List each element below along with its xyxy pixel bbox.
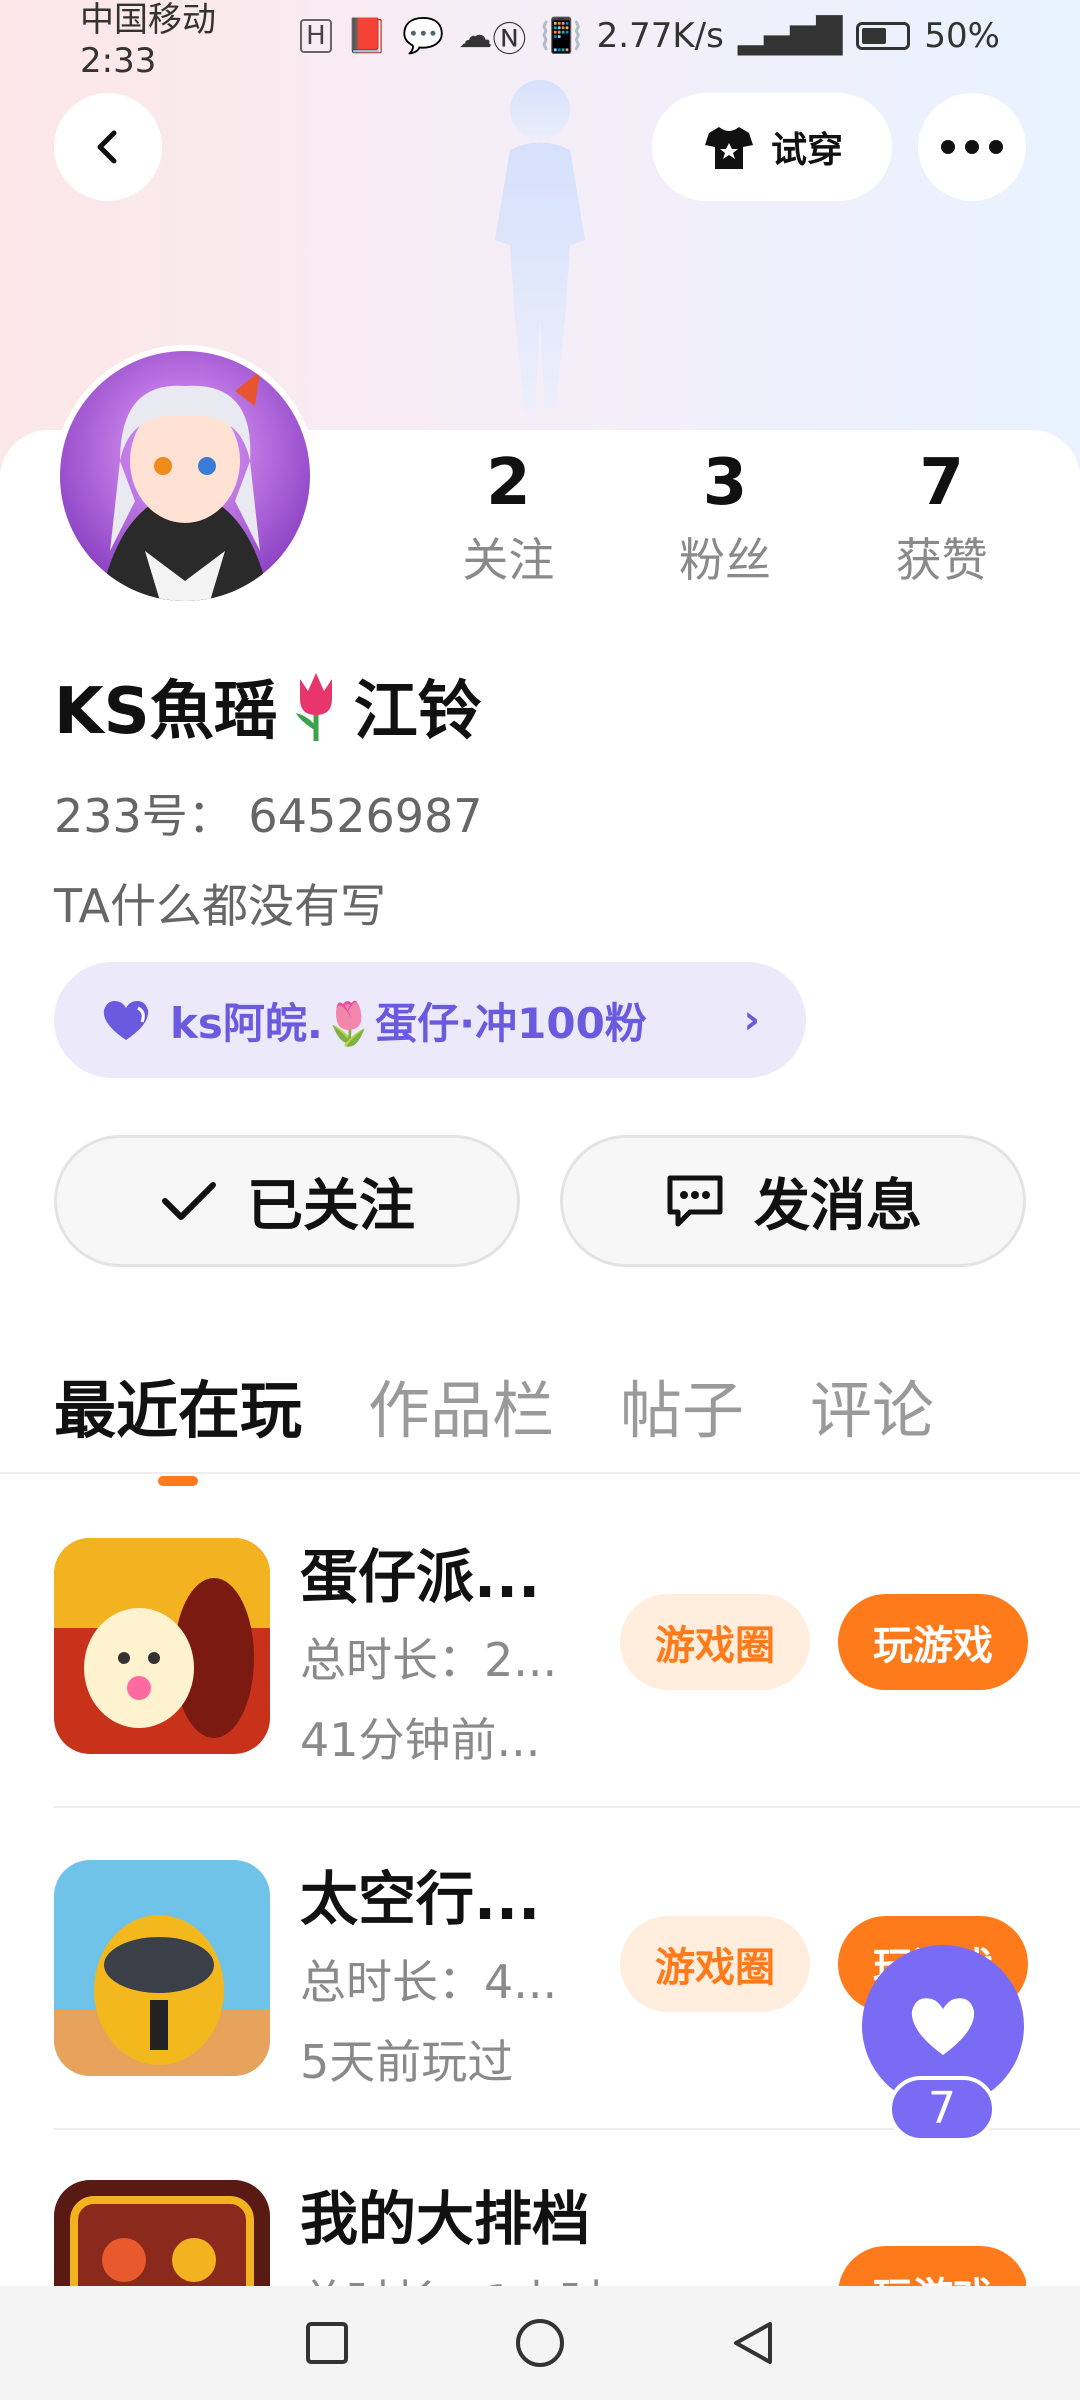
nfc-icon: Ⓝ: [492, 19, 527, 60]
tab-recently-played[interactable]: 最近在玩: [54, 1360, 302, 1450]
tab-works[interactable]: 作品栏: [368, 1360, 554, 1450]
network-speed: 2.77K/s: [596, 16, 724, 56]
row-divider: [54, 1806, 1080, 1808]
followed-label: 已关注: [247, 1173, 415, 1239]
game-icon-food-stall: [54, 2180, 270, 2286]
game-item[interactable]: 我的大排档 总时长：1小时... 玩游戏: [54, 2180, 1026, 2286]
avatar-figure-illustration: [495, 80, 585, 410]
user-id: 233号： 64526987: [54, 789, 483, 843]
back-button[interactable]: [54, 93, 162, 201]
recent-apps-icon[interactable]: [302, 2318, 352, 2368]
system-nav-bar: [0, 2286, 1080, 2400]
profile-bio: TA什么都没有写: [54, 879, 386, 933]
game-icon-eggy-party: [54, 1538, 270, 1754]
game-total-time: 总时长：2...: [300, 1633, 558, 1687]
chevron-right-icon: ›: [743, 997, 760, 1043]
following-count: 2: [486, 446, 531, 520]
stat-fans[interactable]: 3 粉丝: [617, 448, 834, 590]
signal-5g-icon: ▂▄▆█: [737, 16, 843, 56]
tshirt-icon: [704, 127, 753, 169]
avatar-illustration: [60, 351, 310, 601]
play-game-button[interactable]: 玩游戏: [838, 2246, 1026, 2286]
like-count-badge: 7: [888, 2076, 996, 2142]
more-button[interactable]: [918, 93, 1026, 201]
game-item[interactable]: 蛋仔派... 总时长：2... 41分钟前... 游戏圈 玩游戏: [54, 1538, 1028, 1858]
fan-club-badge[interactable]: ks阿皖.🌷蛋仔·冲100粉 ›: [54, 962, 806, 1078]
following-label: 关注: [462, 533, 555, 588]
battery-icon: [856, 22, 911, 50]
game-total-time: 总时长：1小时...: [300, 2266, 649, 2286]
profile-name-part1: KS魚瑶: [54, 675, 278, 749]
game-circle-button[interactable]: 游戏圈: [620, 1916, 810, 2012]
huawei-icon: H: [300, 19, 332, 53]
heart-icon: [911, 1998, 975, 2055]
status-bar: 中国移动 2:33 H 📕 💬 ☁ Ⓝ 📳 2.77K/s ▂▄▆█ 50%: [0, 0, 1080, 81]
game-circle-button[interactable]: 游戏圈: [620, 1594, 810, 1690]
fan-club-label: ks阿皖.🌷蛋仔·冲100粉: [170, 998, 647, 1048]
followed-button[interactable]: 已关注: [54, 1135, 520, 1267]
game-icon-space-walk: [54, 1860, 270, 2076]
profile-name: KS魚瑶 江铃: [54, 660, 482, 752]
battery-percent: 50%: [924, 16, 1000, 56]
avatar[interactable]: [54, 345, 316, 607]
vibrate-icon: 📳: [540, 16, 583, 56]
tab-posts[interactable]: 帖子: [620, 1360, 744, 1450]
profile-stats: 2 关注 3 粉丝 7 获赞: [400, 448, 1050, 590]
game-title: 太空行...: [300, 1865, 541, 1933]
fans-count: 3: [702, 446, 748, 520]
try-on-label: 试穿: [770, 130, 843, 171]
message-label: 发消息: [754, 1173, 922, 1239]
play-game-button[interactable]: 玩游戏: [838, 1594, 1028, 1690]
profile-tabs: 最近在玩 作品栏 帖子 评论: [54, 1360, 934, 1450]
game-last-played: 41分钟前...: [300, 1713, 541, 1767]
check-icon: [162, 1182, 216, 1220]
fans-label: 粉丝: [679, 533, 771, 588]
more-dots-icon: [941, 140, 1003, 154]
profile-name-part2: 江铃: [353, 675, 482, 749]
carrier-time: 中国移动 2:33: [80, 0, 216, 81]
try-on-button[interactable]: 试穿: [652, 93, 892, 201]
back-arrow-icon: [97, 130, 117, 164]
book-icon: 📕: [345, 16, 388, 56]
game-total-time: 总时长：4...: [300, 1955, 558, 2009]
tab-comments[interactable]: 评论: [810, 1360, 934, 1450]
heart-icon: [103, 1001, 149, 1040]
stat-likes[interactable]: 7 获赞: [833, 448, 1050, 590]
game-title: 我的大排档: [300, 2185, 591, 2253]
chat-bubble-icon: [667, 1175, 723, 1227]
wechat-icon: 💬: [401, 16, 445, 56]
stat-following[interactable]: 2 关注: [400, 448, 617, 590]
home-icon[interactable]: [512, 2315, 568, 2371]
cloud-icon: ☁: [458, 16, 493, 56]
tulip-icon: [295, 673, 332, 741]
tabs-divider: [0, 1472, 1080, 1474]
game-title: 蛋仔派...: [300, 1543, 541, 1611]
nav-back-icon[interactable]: [728, 2318, 778, 2368]
likes-label: 获赞: [895, 533, 988, 588]
game-last-played: 5天前玩过: [300, 2035, 514, 2089]
message-button[interactable]: 发消息: [560, 1135, 1026, 1267]
likes-count: 7: [919, 446, 964, 520]
